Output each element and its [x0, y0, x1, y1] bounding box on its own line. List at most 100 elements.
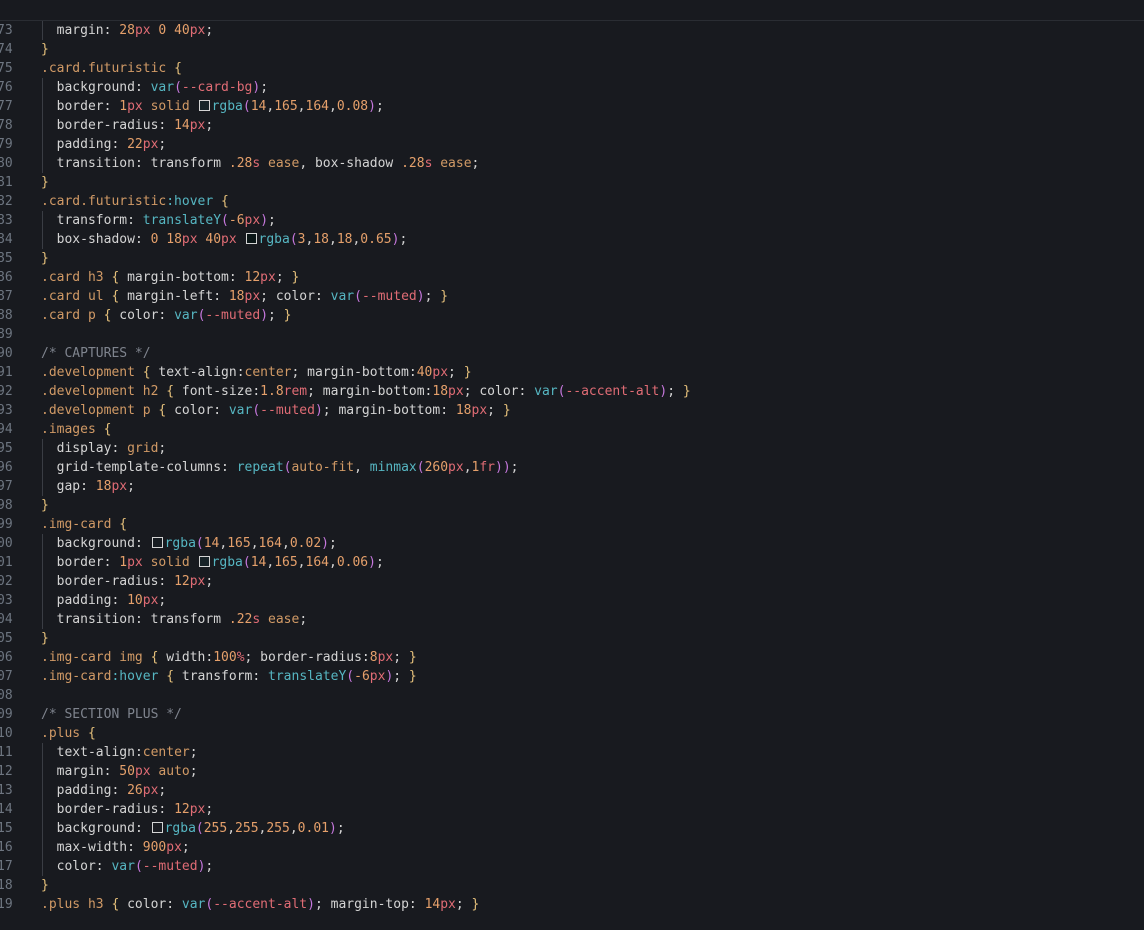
color-swatch[interactable] [151, 822, 163, 833]
code-token: transform [56, 213, 128, 228]
code-line[interactable]: 81} [0, 173, 1144, 192]
code-line[interactable]: 75 .card.futuristic { [0, 59, 1144, 78]
code-line[interactable]: 14 border-radius: 12px; [0, 800, 1144, 819]
code-line[interactable]: 89 [0, 325, 1144, 344]
code-line[interactable]: 78 border-radius: 14px; [0, 116, 1144, 135]
code-line[interactable]: 91 .development { text-align:center; marg… [0, 363, 1144, 382]
code-line[interactable]: 95 display: grid; [0, 439, 1144, 458]
code-text: box-shadow: 0 18px 40px rgba(3,18,18,0.6… [41, 230, 408, 249]
code-token: var [534, 384, 558, 399]
code-line[interactable]: 96 grid-template-columns: repeat (auto-fi… [0, 458, 1144, 477]
code-text: background: rgba(14,165,164,0.02); [41, 534, 337, 553]
code-token: % [236, 650, 245, 665]
code-token: 10 [127, 593, 143, 608]
code-token: 22 [127, 137, 143, 152]
code-token: , [328, 99, 337, 114]
code-line[interactable]: 88 .card p { color: var(--muted); } [0, 306, 1144, 325]
code-line[interactable]: 07 .img-card:hover { transform: translate… [0, 667, 1144, 686]
color-swatch[interactable] [198, 100, 210, 111]
line-number: 91 [0, 365, 13, 380]
code-token: --muted [205, 308, 261, 323]
code-line[interactable]: 99 .img-card { [0, 515, 1144, 534]
code-line[interactable]: 79 padding: 22px; [0, 135, 1144, 154]
code-line[interactable]: 82 .card.futuristic:hover { [0, 192, 1144, 211]
code-line[interactable]: 76 background: var(--card-bg); [0, 78, 1144, 97]
code-token: px [142, 783, 159, 798]
code-token: ; [268, 213, 276, 228]
code-line[interactable]: 73 margin: 28px 0 40px; [0, 21, 1144, 40]
sticky-scroll-header [0, 0, 1144, 21]
code-line[interactable]: 05} [0, 629, 1144, 648]
code-token: .card.futuristic [41, 61, 167, 76]
code-line[interactable]: 17 color: var(--muted); [0, 857, 1144, 876]
code-line[interactable]: 93 .development p { color: var(--muted); … [0, 401, 1144, 420]
code-line[interactable]: 86 .card h3 { margin-bottom: 12px; } [0, 268, 1144, 287]
code-token: :hover [166, 194, 214, 209]
code-token: } [291, 270, 300, 285]
code-token: ( [174, 80, 182, 95]
code-line[interactable]: 10 .plus { [0, 724, 1144, 743]
color-swatch[interactable] [245, 233, 257, 244]
code-line[interactable]: 97 gap: 18px; [0, 477, 1144, 496]
code-line[interactable]: 77 border: 1px solid rgba(14,165,164,0.0… [0, 97, 1144, 116]
code-text: .images { [41, 420, 111, 439]
code-line[interactable]: 18} [0, 876, 1144, 895]
code-line[interactable]: 04 transition: transform .22s ease; [0, 610, 1144, 629]
code-line[interactable]: 09 /* SECTION PLUS */ [0, 705, 1144, 724]
code-line[interactable]: 12 margin: 50px auto; [0, 762, 1144, 781]
code-line[interactable]: 84 box-shadow: 0 18px 40px rgba(3,18,18,… [0, 230, 1144, 249]
code-line[interactable]: 03 padding: 10px; [0, 591, 1144, 610]
code-token: 40 [205, 232, 222, 247]
code-line[interactable]: 01 border: 1px solid rgba(14,165,164,0.0… [0, 553, 1144, 572]
code-token: px [244, 213, 261, 228]
code-token: border-radius [56, 574, 159, 589]
code-editor[interactable]: 69.grid {73 margin: 28px 0 40px;74}75.ca… [0, 0, 1144, 930]
code-line[interactable]: 87 .card ul { margin-left: 18px; color: v… [0, 287, 1144, 306]
code-line[interactable]: 94 .images { [0, 420, 1144, 439]
code-token: .22 [228, 612, 253, 627]
code-line[interactable]: 00 background: rgba(14,165,164,0.02); [0, 534, 1144, 553]
code-text: border-radius: 12px; [41, 800, 214, 819]
code-line[interactable]: 98} [0, 496, 1144, 515]
code-token: px [166, 840, 182, 855]
code-line[interactable]: 92 .development h2 { font-size:1.8rem; ma… [0, 382, 1144, 401]
code-token: .images [41, 422, 96, 437]
code-token: ; [260, 80, 269, 95]
code-token: color [275, 289, 315, 304]
code-token: : [440, 403, 456, 418]
code-line[interactable]: 15 background: rgba(255,255,255,0.01); [0, 819, 1144, 838]
code-line[interactable]: 08 [0, 686, 1144, 705]
code-token: } [41, 498, 49, 513]
code-line[interactable]: 83 transform: translateY(-6px); [0, 211, 1144, 230]
code-token: ; [314, 897, 331, 912]
code-line[interactable]: 02 border-radius: 12px; [0, 572, 1144, 591]
code-line[interactable]: 90 /* CAPTURES */ [0, 344, 1144, 363]
code-token: margin-left [127, 289, 214, 304]
code-line[interactable]: 11 text-align:center; [0, 743, 1144, 762]
code-token: : [111, 593, 128, 608]
line-number: 11 [0, 745, 13, 760]
color-swatch[interactable] [198, 556, 210, 567]
code-token: transform [181, 669, 253, 684]
line-number: 19 [0, 897, 13, 912]
code-line[interactable]: 85} [0, 249, 1144, 268]
code-token: gap [56, 479, 81, 494]
code-line[interactable]: 74} [0, 40, 1144, 59]
code-line[interactable]: 16 max-width: 900px; [0, 838, 1144, 857]
code-text: display: grid; [41, 439, 167, 458]
code-line[interactable]: 06 .img-card img { width:100%; border-rad… [0, 648, 1144, 667]
code-token: , [266, 555, 275, 570]
code-token: 28 [119, 23, 135, 38]
code-token: px [111, 479, 128, 494]
code-token: } [408, 669, 417, 684]
code-line[interactable]: 19 .plus h3 { color: var(--accent-alt); m… [0, 895, 1144, 914]
code-line[interactable]: 13 padding: 26px; [0, 781, 1144, 800]
code-line[interactable]: 80 transition: transform .28s ease, box-… [0, 154, 1144, 173]
code-token: border-radius [260, 650, 362, 665]
color-swatch[interactable] [151, 537, 163, 548]
